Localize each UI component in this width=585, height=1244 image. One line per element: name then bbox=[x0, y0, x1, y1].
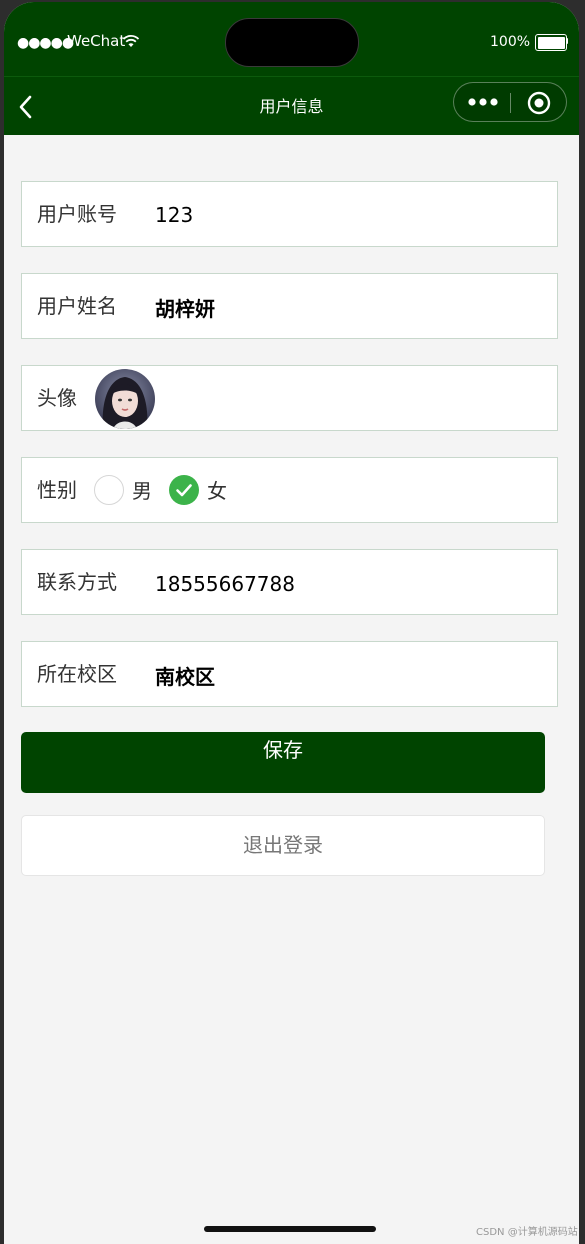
account-input[interactable] bbox=[155, 203, 535, 227]
signal-strength: ●●●●● bbox=[17, 35, 74, 51]
phone-screen: ●●●●● WeChat 100% 用户信息 用户账号 123 用户姓名 胡梓妍… bbox=[4, 2, 579, 1244]
campus-row: 所在校区 bbox=[21, 641, 558, 707]
avatar-row: 头像 bbox=[21, 365, 558, 431]
battery-percent: 100% bbox=[490, 34, 531, 50]
campus-input[interactable] bbox=[155, 665, 535, 689]
phone-label: 联系方式 bbox=[37, 570, 117, 594]
gender-label: 性别 bbox=[37, 478, 77, 502]
logout-button[interactable]: 退出登录 bbox=[21, 815, 545, 876]
phone-input[interactable] bbox=[155, 572, 535, 596]
wifi-icon bbox=[122, 33, 140, 52]
gender-option-male-label[interactable]: 男 bbox=[132, 479, 152, 503]
account-row: 用户账号 bbox=[21, 181, 558, 247]
avatar[interactable] bbox=[95, 369, 155, 429]
name-label: 用户姓名 bbox=[37, 294, 117, 318]
gender-radio-male[interactable] bbox=[94, 475, 124, 505]
phone-row: 联系方式 bbox=[21, 549, 558, 615]
capsule-divider bbox=[510, 93, 511, 113]
avatar-label: 头像 bbox=[37, 386, 77, 410]
record-target-icon[interactable] bbox=[527, 91, 551, 115]
dynamic-island bbox=[225, 18, 359, 67]
mini-program-capsule bbox=[453, 82, 567, 122]
checkmark-icon bbox=[176, 484, 192, 497]
nav-bar: 用户信息 bbox=[4, 76, 579, 135]
battery-tip bbox=[566, 38, 568, 44]
gender-option-female-label[interactable]: 女 bbox=[207, 479, 227, 503]
save-button[interactable]: 保存 bbox=[21, 732, 545, 793]
name-input[interactable] bbox=[155, 297, 535, 321]
account-label: 用户账号 bbox=[37, 202, 117, 226]
gender-radio-female[interactable] bbox=[169, 475, 199, 505]
carrier-name: WeChat bbox=[67, 32, 126, 50]
name-row: 用户姓名 bbox=[21, 273, 558, 339]
watermark: CSDN @计算机源码站 bbox=[476, 1227, 578, 1238]
status-bar: ●●●●● WeChat 100% bbox=[4, 2, 579, 76]
more-dots-icon[interactable] bbox=[467, 92, 499, 112]
home-indicator bbox=[204, 1226, 376, 1232]
campus-label: 所在校区 bbox=[37, 662, 117, 686]
battery-icon bbox=[535, 34, 567, 51]
gender-row: 性别 男 女 bbox=[21, 457, 558, 523]
